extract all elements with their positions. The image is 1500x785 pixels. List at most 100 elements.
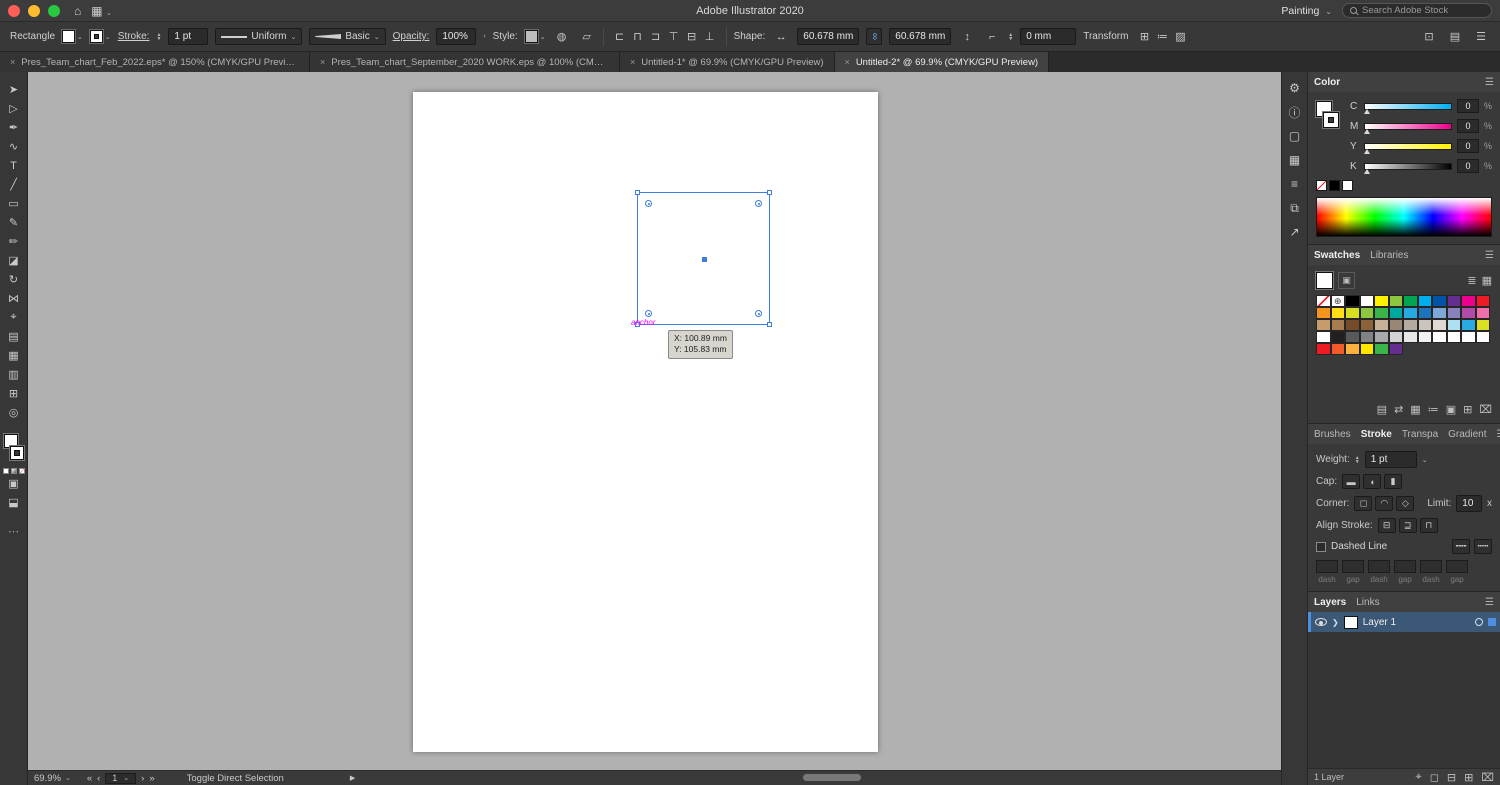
type-tool[interactable]: T bbox=[3, 156, 25, 175]
dashed-line-checkbox[interactable] bbox=[1316, 541, 1326, 552]
live-corner-widget[interactable] bbox=[755, 200, 762, 207]
stroke-color-picker[interactable]: ⌄ bbox=[89, 30, 111, 43]
tab-layers[interactable]: Layers bbox=[1314, 595, 1346, 610]
swatch-ffffff[interactable] bbox=[1461, 331, 1476, 343]
swatch-39b54a[interactable] bbox=[1374, 307, 1389, 319]
swatch-39b54a[interactable] bbox=[1374, 343, 1389, 355]
swatch-f15a29[interactable] bbox=[1330, 343, 1345, 355]
pencil-tool[interactable]: ✏ bbox=[3, 232, 25, 251]
close-tab-icon[interactable]: × bbox=[845, 57, 850, 67]
layer-target-icon[interactable] bbox=[1475, 618, 1483, 626]
pen-tool[interactable]: ✒ bbox=[3, 118, 25, 137]
document-tab[interactable]: × Pres_Team_chart_September_2020 WORK.ep… bbox=[310, 52, 620, 72]
new-color-group-icon[interactable]: ▣ bbox=[1446, 403, 1456, 416]
tab-gradient[interactable]: Gradient bbox=[1448, 427, 1486, 442]
panel-menu-icon[interactable]: ☰ bbox=[1485, 597, 1494, 608]
swatch-registration[interactable] bbox=[1330, 295, 1345, 307]
panel-menu-icon[interactable]: ☰ bbox=[1485, 77, 1494, 88]
tab-brushes[interactable]: Brushes bbox=[1314, 427, 1351, 442]
swatch-cbc4bc[interactable] bbox=[1417, 319, 1432, 331]
document-tab[interactable]: × Untitled-1* @ 69.9% (CMYK/GPU Preview) bbox=[620, 52, 835, 72]
k-slider[interactable] bbox=[1364, 162, 1452, 174]
list-view-icon[interactable]: ≣ bbox=[1467, 274, 1476, 287]
align-panel-icon[interactable]: ≡ bbox=[1285, 174, 1305, 194]
close-tab-icon[interactable]: × bbox=[10, 57, 15, 67]
graphic-style-picker[interactable]: ⌄ bbox=[524, 30, 546, 43]
swatch-ffe600[interactable] bbox=[1359, 343, 1374, 355]
corner-radius-field[interactable]: 0 mm bbox=[1020, 28, 1077, 45]
swatch-1c75bc[interactable] bbox=[1417, 307, 1432, 319]
layer-selection-indicator[interactable] bbox=[1488, 618, 1496, 626]
swatch-808285[interactable] bbox=[1359, 331, 1374, 343]
rectangle-tool[interactable]: ▭ bbox=[3, 194, 25, 213]
curvature-tool[interactable]: ∿ bbox=[3, 137, 25, 156]
swatch-options-icon[interactable]: ≔ bbox=[1428, 403, 1439, 416]
fill-color-picker[interactable]: ⌄ bbox=[62, 30, 83, 43]
swatch-fff200[interactable] bbox=[1374, 295, 1389, 307]
swatch-8dc63f[interactable] bbox=[1359, 307, 1374, 319]
tab-links[interactable]: Links bbox=[1356, 595, 1379, 610]
stroke-swatch[interactable] bbox=[9, 446, 24, 460]
panel-menu-icon[interactable]: ☰ bbox=[1472, 28, 1490, 46]
layer-row[interactable]: ❯ Layer 1 bbox=[1308, 612, 1500, 632]
swatch-e6e7e8[interactable] bbox=[1403, 331, 1418, 343]
artboard-tool[interactable]: ⊞ bbox=[3, 384, 25, 403]
properties-panel-icon[interactable]: ⚙ bbox=[1285, 78, 1305, 98]
swatch-d1d3d4[interactable] bbox=[1388, 331, 1403, 343]
swatch-libraries-icon[interactable]: ▤ bbox=[1377, 403, 1387, 416]
swatch-aee0f4[interactable] bbox=[1446, 319, 1461, 331]
panel-menu-icon[interactable]: ☰ bbox=[1485, 250, 1494, 261]
swatch-none[interactable] bbox=[1316, 295, 1331, 307]
tab-stroke[interactable]: Stroke bbox=[1361, 427, 1392, 442]
swatch-fbb040[interactable] bbox=[1345, 343, 1360, 355]
slider-thumb[interactable] bbox=[1364, 108, 1370, 114]
swatch-a7a9ac[interactable] bbox=[1374, 331, 1389, 343]
transform-link[interactable]: Transform bbox=[1083, 31, 1128, 42]
stroke-panel-link[interactable]: Stroke: bbox=[118, 31, 150, 42]
prev-artboard-button[interactable]: ‹ bbox=[97, 773, 100, 784]
isolate-icon[interactable]: ⊞ bbox=[1135, 28, 1153, 46]
draw-mode-button[interactable]: ▣ bbox=[3, 474, 25, 493]
align-right-icon[interactable]: ⊐ bbox=[647, 28, 665, 46]
swatch-231f20[interactable] bbox=[1330, 331, 1345, 343]
artboards-panel-icon[interactable]: ⧉ bbox=[1285, 198, 1305, 218]
dash-field[interactable] bbox=[1316, 560, 1338, 573]
stock-search[interactable] bbox=[1342, 3, 1492, 18]
new-swatch-icon[interactable]: ⊞ bbox=[1463, 403, 1472, 416]
swatch-f06eaa[interactable] bbox=[1475, 307, 1490, 319]
corner-radius-stepper[interactable]: ▲ ▼ bbox=[1008, 32, 1013, 41]
slider-value-field[interactable]: 0 bbox=[1456, 99, 1479, 113]
align-h-center-icon[interactable]: ⊓ bbox=[629, 28, 647, 46]
mesh-tool[interactable]: ▦ bbox=[3, 346, 25, 365]
limit-field[interactable]: 10 bbox=[1456, 495, 1482, 512]
y-slider[interactable] bbox=[1364, 142, 1452, 154]
close-tab-icon[interactable]: × bbox=[630, 57, 635, 67]
swatch-754c29[interactable] bbox=[1345, 319, 1360, 331]
swatch-7da7d9[interactable] bbox=[1432, 307, 1447, 319]
tab-transparency[interactable]: Transpa bbox=[1402, 427, 1438, 442]
dash-align-icon[interactable]: ┅┅ bbox=[1474, 539, 1492, 554]
swatch-ffffff[interactable] bbox=[1475, 331, 1490, 343]
align-stroke-inside-icon[interactable]: ⊒ bbox=[1398, 518, 1417, 533]
eyedropper-tool[interactable]: ⌖ bbox=[3, 308, 25, 327]
swatch-themes-icon[interactable]: ⇄ bbox=[1394, 403, 1403, 416]
fill-stroke-proxy[interactable] bbox=[1316, 99, 1342, 139]
align-stroke-center-icon[interactable]: ⊟ bbox=[1377, 518, 1396, 533]
grid-view-icon[interactable]: ▦ bbox=[1482, 274, 1492, 287]
shape-height-field[interactable]: 60.678 mm bbox=[889, 28, 952, 45]
slider-thumb[interactable] bbox=[1364, 148, 1370, 154]
swatch-ffde17[interactable] bbox=[1330, 307, 1345, 319]
slider-value-field[interactable]: 0 bbox=[1456, 119, 1479, 133]
swatch-8dc63f[interactable] bbox=[1388, 295, 1403, 307]
shape-width-field[interactable]: 60.678 mm bbox=[797, 28, 860, 45]
swatch-ffffff[interactable] bbox=[1432, 331, 1447, 343]
swatch-b04ca8[interactable] bbox=[1461, 307, 1476, 319]
canvas[interactable]: anchor X: 100.89 mm Y: 105.83 mm 69.9% ⌄… bbox=[28, 72, 1281, 785]
gap-field[interactable] bbox=[1446, 560, 1468, 573]
search-input[interactable] bbox=[1362, 5, 1484, 16]
tab-libraries[interactable]: Libraries bbox=[1370, 248, 1408, 263]
panel-menu-icon[interactable]: ☰ bbox=[1497, 429, 1500, 440]
swatch-a97c50[interactable] bbox=[1330, 319, 1345, 331]
weight-stepper[interactable]: ▲ ▼ bbox=[1355, 455, 1360, 464]
swatch-kinds-icon[interactable]: ▦ bbox=[1410, 403, 1420, 416]
